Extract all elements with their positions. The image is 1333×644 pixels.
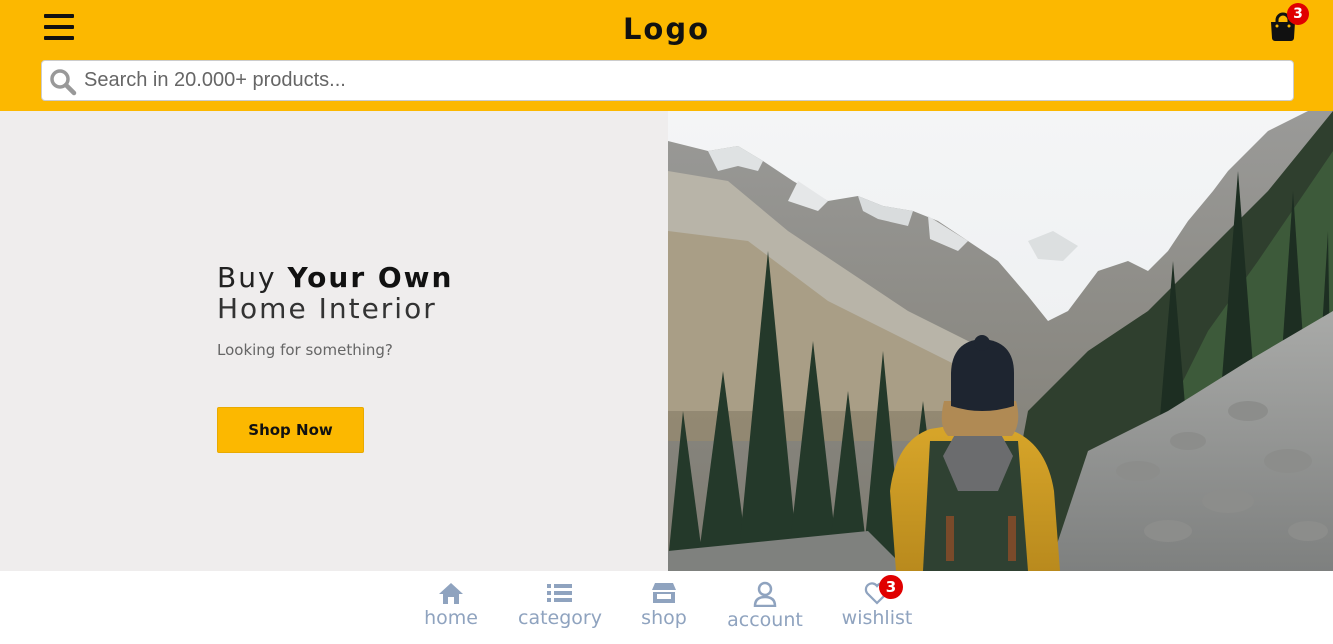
top-header: Logo 3 — [0, 0, 1333, 111]
list-icon — [547, 584, 572, 602]
logo[interactable]: Logo — [0, 12, 1333, 46]
nav-item-shop[interactable]: shop — [638, 581, 690, 629]
store-icon — [652, 583, 676, 603]
hero-title-bold: Your Own — [287, 261, 454, 294]
hero-image — [668, 111, 1333, 571]
nav-label-shop: shop — [641, 607, 687, 629]
nav-label-category: category — [518, 607, 602, 629]
cart-count-badge: 3 — [1287, 3, 1309, 25]
hero-title-line2: Home Interior — [217, 292, 437, 325]
shop-now-button[interactable]: Shop Now — [217, 407, 364, 453]
nav-item-category[interactable]: category — [517, 581, 603, 629]
search-bar — [41, 60, 1294, 101]
nav-item-wishlist[interactable]: 3 wishlist — [841, 575, 913, 629]
hero-title-light: Buy — [217, 261, 288, 294]
cart-button[interactable]: 3 — [1268, 3, 1312, 46]
wishlist-count-badge: 3 — [879, 575, 903, 599]
nav-label-wishlist: wishlist — [841, 607, 913, 629]
nav-label-account: account — [727, 609, 803, 631]
bottom-navigation: home category shop account 3 wishlist — [0, 571, 1333, 644]
hiker-landscape-image — [668, 111, 1333, 571]
hero-subtitle: Looking for something? — [217, 341, 393, 359]
user-icon — [753, 581, 777, 607]
nav-label-home: home — [424, 607, 478, 629]
hero-title: Buy Your Own Home Interior — [217, 262, 453, 324]
search-icon — [50, 69, 77, 96]
home-icon — [439, 583, 463, 604]
nav-item-account[interactable]: account — [727, 581, 803, 631]
nav-item-home[interactable]: home — [424, 581, 478, 629]
search-input[interactable] — [84, 61, 1284, 100]
